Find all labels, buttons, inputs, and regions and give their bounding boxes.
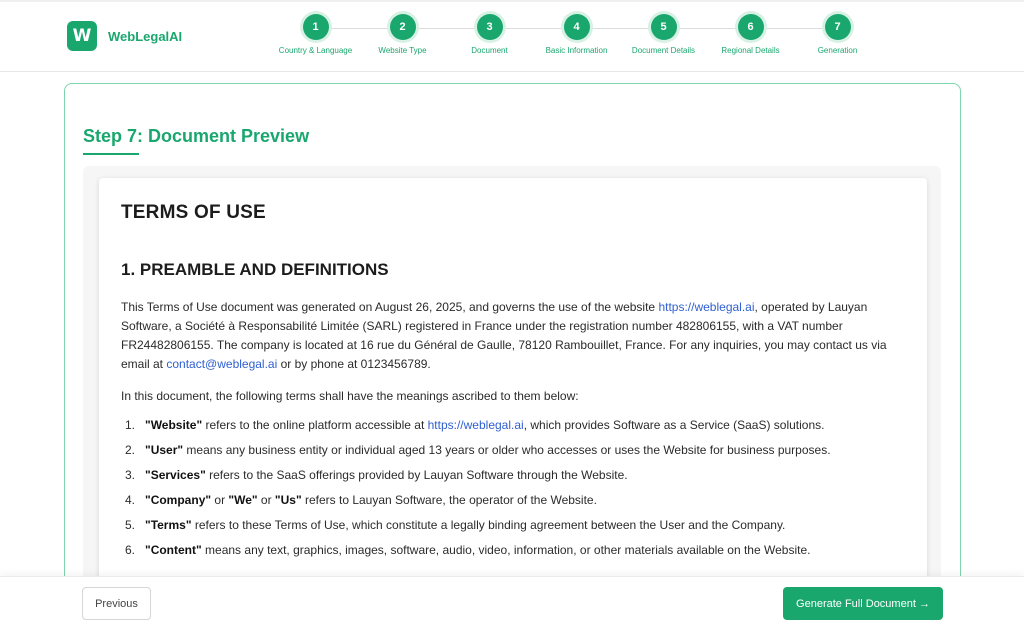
list-number: 2. [125, 443, 136, 457]
list-number: 3. [125, 468, 136, 482]
defined-term: "User" [145, 443, 184, 457]
list-number: 4. [125, 493, 136, 507]
definition-text: means any business entity or individual … [183, 443, 831, 457]
document-preview-area[interactable]: TERMS OF USE 1. PREAMBLE AND DEFINITIONS… [83, 166, 941, 628]
step-number: 2 [389, 14, 416, 40]
page-title: Step 7: Document Preview [83, 126, 310, 146]
document-title: TERMS OF USE [121, 202, 266, 223]
list-item: 1. "Website" refers to the online platfor… [125, 416, 905, 435]
definitions-list: 1. "Website" refers to the online platfor… [121, 416, 905, 560]
definition-text: refers to these Terms of Use, which cons… [191, 518, 786, 532]
definition-text: , which provides Software as a Service (… [523, 418, 825, 432]
step-number: 5 [650, 14, 677, 40]
list-item: 3. "Services" refers to the SaaS offering… [125, 466, 905, 485]
step-number: 4 [563, 14, 590, 40]
step-regional-details[interactable]: 6 Regional Details [707, 14, 794, 55]
definition-text: refers to Lauyan Software, the operator … [301, 493, 597, 507]
step-label: Basic Information [545, 46, 608, 55]
definition-text: refers to the SaaS offerings provided by… [205, 468, 628, 482]
step-label: Document [471, 46, 508, 55]
defined-term: "Website" [145, 418, 203, 432]
step-label: Regional Details [721, 46, 780, 55]
step-number: 1 [302, 14, 329, 40]
logo-icon: W [67, 21, 97, 51]
list-number: 1. [125, 418, 136, 432]
step-basic-information[interactable]: 4 Basic Information [533, 14, 620, 55]
definitions-intro: In this document, the following terms sh… [121, 389, 579, 403]
list-item: 6. "Content" means any text, graphics, im… [125, 541, 905, 560]
definition-text: refers to the online platform accessible… [202, 418, 428, 432]
title-underline [83, 153, 139, 155]
document-page: TERMS OF USE 1. PREAMBLE AND DEFINITIONS… [99, 178, 927, 628]
list-number: 5. [125, 518, 136, 532]
header: W WebLegalAI 1 Country & Language 2 Webs… [0, 0, 1024, 72]
step-number: 6 [737, 14, 764, 40]
stepper: 1 Country & Language 2 Website Type 3 Do… [272, 14, 884, 58]
list-item: 2. "User" means any business entity or in… [125, 441, 905, 460]
website-link[interactable]: https://weblegal.ai [658, 300, 754, 314]
generate-full-document-button[interactable]: Generate Full Document → [783, 587, 943, 620]
list-number: 6. [125, 543, 136, 557]
email-link[interactable]: contact@weblegal.ai [166, 357, 277, 371]
step-label: Generation [817, 46, 858, 55]
step-number: 3 [476, 14, 503, 40]
step-label: Document Details [631, 46, 696, 55]
footer-bar: Previous Generate Full Document → [0, 576, 1024, 628]
logo[interactable]: W WebLegalAI [67, 21, 182, 51]
list-item: 4. "Company" or "We" or "Us" refers to La… [125, 491, 905, 510]
previous-button[interactable]: Previous [82, 587, 151, 620]
section-heading: 1. PREAMBLE AND DEFINITIONS [121, 260, 389, 279]
defined-term: "We" [228, 493, 258, 507]
website-link[interactable]: https://weblegal.ai [428, 418, 524, 432]
header-topline [0, 0, 1024, 2]
app-name: WebLegalAI [108, 28, 183, 44]
step-document-details[interactable]: 5 Document Details [620, 14, 707, 55]
preamble-paragraph: This Terms of Use document was generated… [121, 298, 905, 374]
definition-text: or [211, 493, 229, 507]
defined-term: "Us" [274, 493, 302, 507]
defined-term: "Services" [145, 468, 206, 482]
step-document[interactable]: 3 Document [446, 14, 533, 55]
preamble-text: or by phone at 0123456789. [277, 357, 431, 371]
definition-text: means any text, graphics, images, softwa… [201, 543, 811, 557]
step-country-language[interactable]: 1 Country & Language [272, 14, 359, 55]
step-generation[interactable]: 7 Generation [794, 14, 881, 55]
list-item: 5. "Terms" refers to these Terms of Use, … [125, 516, 905, 535]
step-label: Website Type [378, 46, 427, 55]
step-number: 7 [824, 14, 851, 40]
defined-term: "Company" [145, 493, 212, 507]
defined-term: "Content" [145, 543, 202, 557]
step-label: Country & Language [278, 46, 353, 55]
definition-text: or [257, 493, 275, 507]
main-card: Step 7: Document Preview TERMS OF USE 1.… [64, 83, 961, 628]
step-website-type[interactable]: 2 Website Type [359, 14, 446, 55]
defined-term: "Terms" [145, 518, 192, 532]
preamble-text: This Terms of Use document was generated… [121, 300, 659, 314]
